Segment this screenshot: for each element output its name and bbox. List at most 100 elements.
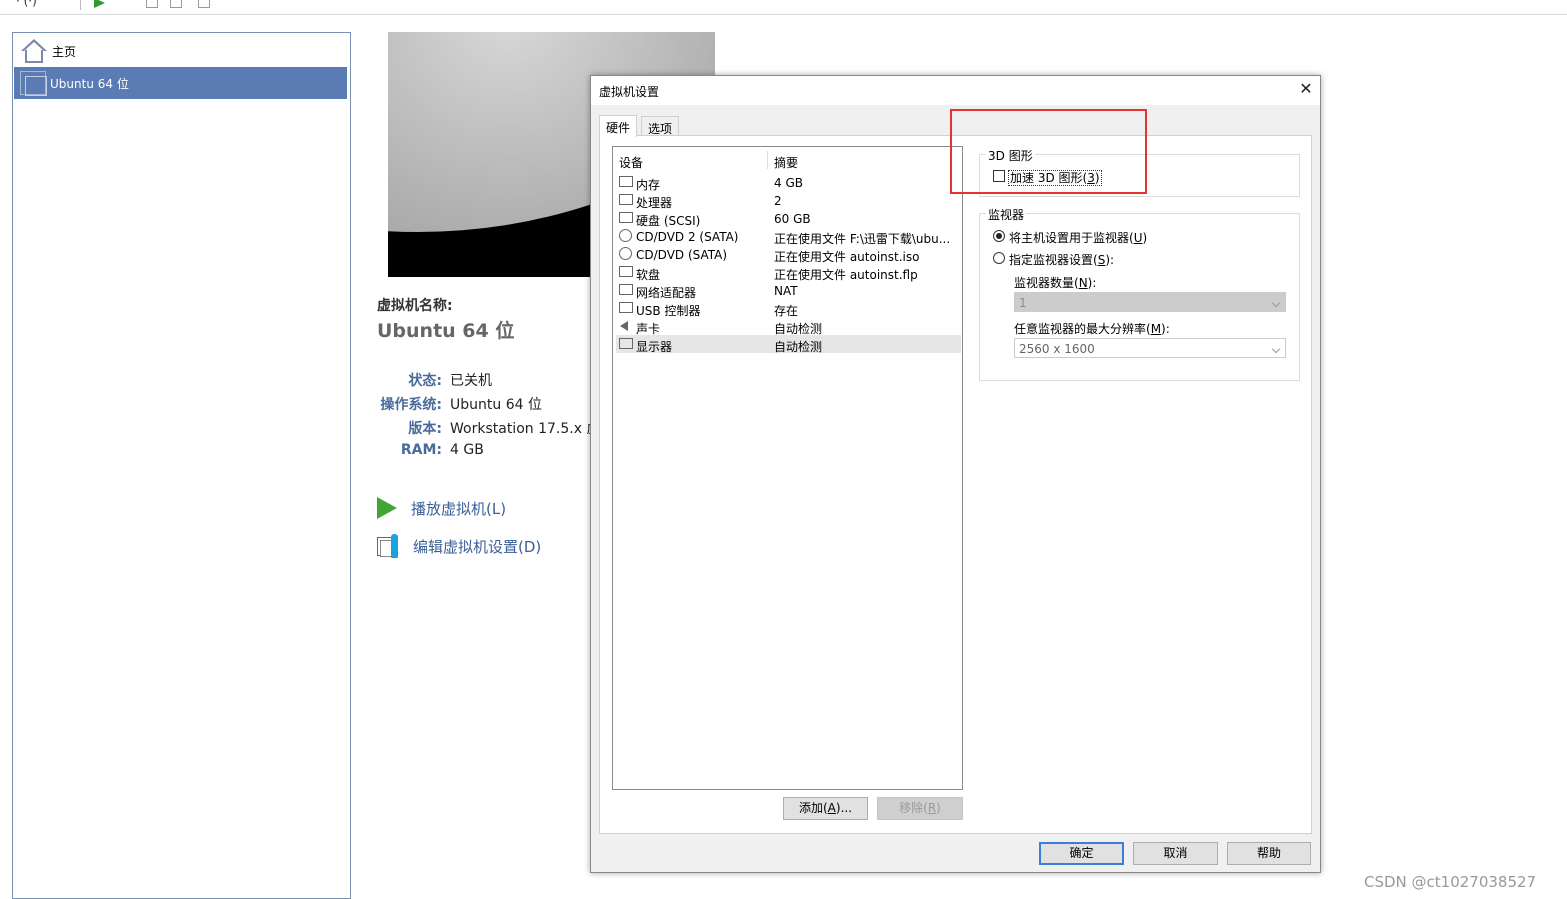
- device-summary: 2: [774, 194, 782, 208]
- monitor-group: 监视器 将主机设置用于监视器(U) 指定监视器设置(S): 监视器数量(N): …: [979, 206, 1300, 381]
- library-item-ubuntu[interactable]: Ubuntu 64 位: [14, 67, 347, 99]
- device-row-network[interactable]: 网络适配器 NAT: [616, 281, 961, 300]
- max-resolution-select[interactable]: 2560 x 1600: [1014, 338, 1286, 358]
- detail-key: 状态:: [408, 373, 442, 389]
- sound-icon: [620, 321, 628, 331]
- device-name: CD/DVD (SATA): [636, 248, 728, 262]
- ok-button[interactable]: 确定: [1039, 842, 1124, 865]
- label-part: ):: [1105, 253, 1115, 267]
- dialog-title: 虚拟机设置: [599, 85, 660, 99]
- floppy-icon: [619, 266, 633, 277]
- vm-name: Ubuntu 64 位: [377, 320, 515, 342]
- label-part: 将主机设置用于监视器(: [1009, 231, 1134, 245]
- watermark: CSDN @ct1027038527: [1364, 873, 1537, 891]
- detail-key: 操作系统:: [380, 397, 442, 413]
- edit-vm-settings-link[interactable]: 编辑虚拟机设置(D): [377, 534, 541, 558]
- device-row-processor[interactable]: 处理器 2: [616, 191, 961, 210]
- play-vm-label: 播放虚拟机(L): [411, 499, 507, 518]
- home-icon: [20, 38, 48, 64]
- device-name: 显示器: [636, 340, 673, 354]
- monitor-count-value: 1: [1019, 296, 1027, 310]
- close-icon[interactable]: ✕: [1296, 79, 1316, 99]
- monitor-title: 监视器: [986, 206, 1027, 223]
- toolbar-separator: [80, 0, 81, 10]
- hard-disk-icon: [619, 212, 633, 223]
- label-part: 任意监视器的最大分辨率(: [1014, 322, 1151, 336]
- cd-dvd-icon: [619, 247, 632, 260]
- button-label-part: 移除(: [899, 801, 928, 815]
- remove-device-button[interactable]: 移除(R): [877, 797, 963, 820]
- detail-key: 版本:: [408, 421, 442, 437]
- edit-vm-settings-label: 编辑虚拟机设置(D): [413, 537, 542, 556]
- device-row-cd-dvd-2[interactable]: CD/DVD 2 (SATA) 正在使用文件 F:\迅雷下载\ubu...: [616, 227, 961, 246]
- device-summary: NAT: [774, 284, 798, 298]
- vm-name-label: 虚拟机名称:: [377, 298, 453, 314]
- tab-options[interactable]: 选项: [641, 116, 680, 137]
- help-button[interactable]: 帮助: [1227, 842, 1311, 865]
- device-row-floppy[interactable]: 软盘 正在使用文件 autoinst.flp: [616, 263, 961, 282]
- detail-key: RAM:: [400, 442, 442, 458]
- monitor-count-label: 监视器数量(N):: [1014, 274, 1096, 291]
- processor-icon: [619, 194, 633, 205]
- device-list-header: 设备 摘要: [613, 147, 962, 171]
- button-label-part: ): [936, 801, 941, 815]
- button-accel-key: R: [927, 801, 937, 815]
- detail-value: 已关机: [450, 373, 492, 389]
- play-vm-link[interactable]: 播放虚拟机(L): [377, 497, 506, 519]
- library-panel: 主页 Ubuntu 64 位: [12, 32, 351, 899]
- label-part: ): [1142, 231, 1148, 245]
- specify-monitor-settings-radio[interactable]: [993, 252, 1005, 264]
- use-host-settings-label[interactable]: 将主机设置用于监视器(U): [1009, 229, 1147, 246]
- label-part: ):: [1087, 276, 1097, 290]
- library-item-label: Ubuntu 64 位: [50, 76, 129, 91]
- cancel-button[interactable]: 取消: [1133, 842, 1218, 865]
- device-row-usb[interactable]: USB 控制器 存在: [616, 299, 961, 318]
- device-row-sound[interactable]: 声卡 自动检测: [616, 317, 961, 336]
- button-label-part: )...: [835, 801, 853, 815]
- device-name: CD/DVD 2 (SATA): [636, 230, 739, 244]
- annotation-highlight-box: [950, 109, 1147, 194]
- max-resolution-value: 2560 x 1600: [1019, 342, 1095, 356]
- detail-value: 4 GB: [450, 442, 484, 458]
- network-icon: [619, 284, 633, 295]
- monitor-count-select[interactable]: 1: [1014, 292, 1286, 312]
- button-accel-key: A: [827, 801, 836, 815]
- library-item-label: 主页: [52, 44, 77, 59]
- dialog-titlebar: 虚拟机设置 ✕: [591, 76, 1320, 105]
- toolbar-text: · (·): [16, 0, 37, 8]
- main-toolbar: · (·): [0, 0, 1567, 15]
- edit-settings-icon: [377, 534, 399, 558]
- vm-icon: [20, 71, 47, 96]
- toolbar-dropdown-icon[interactable]: [146, 0, 158, 8]
- toolbar-snapshot-icon[interactable]: [170, 0, 182, 8]
- chevron-down-icon: [1271, 344, 1281, 354]
- device-summary: 60 GB: [774, 212, 811, 226]
- device-row-cd-dvd[interactable]: CD/DVD (SATA) 正在使用文件 autoinst.iso: [616, 245, 961, 264]
- device-list: 设备 摘要 内存 4 GB 处理器 2 硬盘 (SCSI) 60 GB CD/D…: [612, 146, 963, 790]
- tab-hardware[interactable]: 硬件: [599, 115, 638, 137]
- memory-icon: [619, 176, 633, 187]
- button-label-part: 添加(: [798, 801, 828, 815]
- library-item-home[interactable]: 主页: [14, 35, 347, 67]
- toolbar-play-icon[interactable]: [94, 0, 105, 8]
- label-part: 指定监视器设置(: [1009, 253, 1098, 267]
- specify-monitor-settings-label[interactable]: 指定监视器设置(S):: [1009, 251, 1114, 268]
- label-accel-key: N: [1078, 276, 1088, 290]
- chevron-down-icon: [1271, 298, 1281, 308]
- device-row-memory[interactable]: 内存 4 GB: [616, 173, 961, 192]
- device-row-display[interactable]: 显示器 自动检测: [616, 335, 961, 354]
- display-icon: [619, 338, 633, 349]
- label-part: 监视器数量(: [1014, 276, 1079, 290]
- vm-settings-dialog: 虚拟机设置 ✕ 硬件 选项 设备 摘要 内存 4 GB 处理器 2 硬盘 (SC…: [590, 75, 1321, 873]
- play-icon: [377, 497, 397, 519]
- device-summary: 自动检测: [774, 340, 823, 354]
- detail-value: Ubuntu 64 位: [450, 397, 542, 413]
- add-device-button[interactable]: 添加(A)...: [783, 797, 868, 820]
- cd-dvd-icon: [619, 229, 632, 242]
- device-row-hard-disk[interactable]: 硬盘 (SCSI) 60 GB: [616, 209, 961, 228]
- max-resolution-label: 任意监视器的最大分辨率(M):: [1014, 320, 1170, 337]
- column-header-summary[interactable]: 摘要: [774, 154, 798, 171]
- toolbar-fullscreen-icon[interactable]: [198, 0, 210, 8]
- use-host-settings-radio[interactable]: [993, 230, 1005, 242]
- column-header-device[interactable]: 设备: [619, 154, 643, 171]
